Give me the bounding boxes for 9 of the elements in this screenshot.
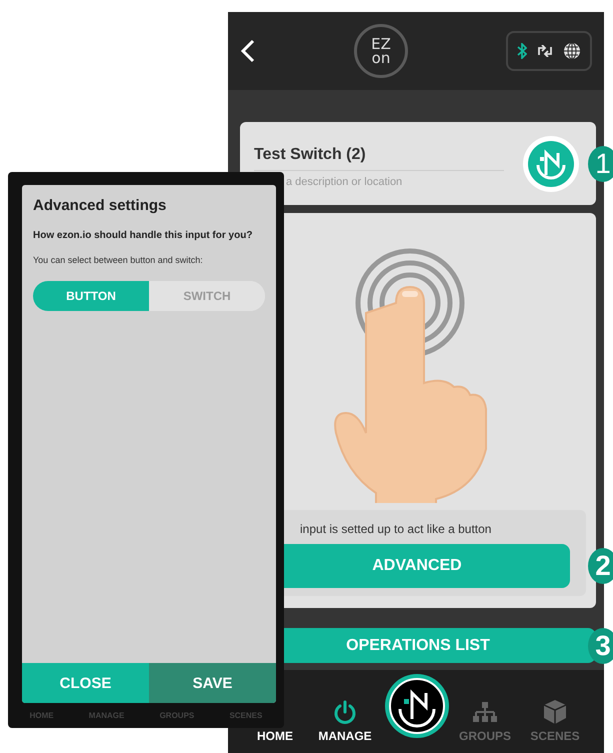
mode-description: input is setted up to act like a button [300,522,492,536]
callout-number: 3 [588,628,613,664]
logo-text: on [372,51,390,65]
callout-number: 2 [588,548,613,584]
callout-number: 1 [588,146,613,182]
dialog-title: Advanced settings [33,197,168,214]
dialog-question: How ezon.io should handle this input for you? [33,230,254,241]
dialog-hint: You can select between button and switch: [33,255,204,265]
logo-text: EZ [371,37,391,51]
